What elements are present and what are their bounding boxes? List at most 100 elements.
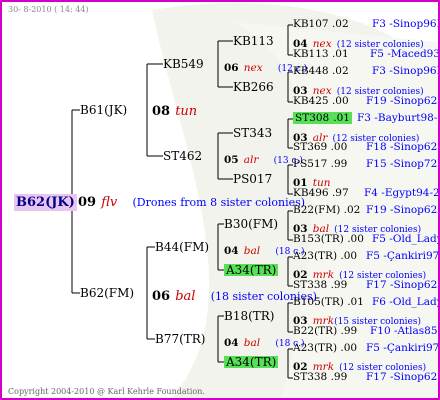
grandparent-node-b77tr[interactable]: B77(TR) bbox=[155, 333, 206, 345]
ancestor-node-kb113[interactable]: KB113 bbox=[233, 35, 274, 47]
parent-node-b61[interactable]: B61(JK) bbox=[80, 104, 127, 116]
colony-name: B22(FM) bbox=[293, 204, 341, 216]
leaf-row[interactable]: KB113 .01 bbox=[293, 49, 349, 60]
root-generation-row: 09 flv (Drones from 8 sister colonies) bbox=[78, 193, 305, 209]
colony-name: KB448 bbox=[293, 65, 329, 77]
parent-node-b62fm[interactable]: B62(FM) bbox=[80, 287, 134, 299]
colony-name: ST369 bbox=[293, 141, 328, 153]
generation-label: 06 bbox=[152, 289, 171, 304]
grandparent-node-kb549[interactable]: KB549 bbox=[163, 58, 204, 70]
colony-name: ST338 bbox=[293, 279, 328, 291]
leaf-reference[interactable]: F15 -Sinop72R bbox=[366, 159, 438, 170]
generation-label: 04 bbox=[224, 245, 239, 257]
grandparent-node-st462[interactable]: ST462 bbox=[163, 150, 202, 162]
generation-label: 05 bbox=[224, 154, 239, 166]
queen-line-label: nex bbox=[243, 62, 263, 74]
value: .99 bbox=[340, 325, 358, 337]
root-queen-line: flv bbox=[101, 195, 118, 210]
ancestor-node-a34tr-highlighted[interactable]: A34(TR) bbox=[224, 356, 279, 368]
root-note: (Drones from 8 sister colonies) bbox=[132, 196, 306, 209]
leaf-row[interactable]: KB425 .00 bbox=[293, 96, 349, 107]
colony-name: KB496 bbox=[293, 187, 329, 199]
colony-name: B22(TR) bbox=[293, 325, 338, 337]
colony-name: A23(TR) bbox=[293, 342, 338, 354]
value: .01 bbox=[331, 48, 349, 60]
value: .00 bbox=[347, 233, 364, 245]
leaf-row[interactable]: PS517 .99 bbox=[293, 159, 347, 170]
ancestor-node-kb266[interactable]: KB266 bbox=[233, 81, 274, 93]
leaf-row[interactable]: A23(TR) .00 bbox=[293, 251, 357, 262]
value: .02 bbox=[343, 204, 361, 216]
leaf-row[interactable]: KB448 .02 bbox=[293, 66, 349, 77]
root-queen-name: B62(JK) bbox=[14, 194, 77, 211]
queen-line-label: bal bbox=[243, 245, 261, 257]
colony-name: KB425 bbox=[293, 95, 329, 107]
leaf-reference[interactable]: F3 -Sinop96R bbox=[372, 66, 438, 77]
leaf-row[interactable]: ST369 .00 bbox=[293, 142, 347, 153]
leaf-reference[interactable]: F19 -Sinop62R bbox=[366, 96, 438, 107]
leaf-row[interactable]: B105(TR) .01 bbox=[293, 297, 364, 308]
value: .02 bbox=[331, 65, 349, 77]
colony-name: KB107 bbox=[293, 18, 329, 30]
ancestor-node-b18tr[interactable]: B18(TR) bbox=[224, 310, 275, 322]
value: .00 bbox=[330, 141, 348, 153]
value: .01 bbox=[331, 112, 352, 124]
value: .99 bbox=[330, 279, 348, 291]
root-queen-node[interactable]: B62(JK) bbox=[14, 193, 77, 211]
copyright-footer: Copyright 2004-2010 @ Karl Kehrle Founda… bbox=[8, 387, 205, 396]
leaf-reference[interactable]: F17 -Sinop62R bbox=[366, 280, 438, 291]
generation-label: 04 bbox=[224, 337, 239, 349]
leaf-reference[interactable]: F6 -Old_Lady bbox=[372, 297, 438, 308]
queen-line-label: bal bbox=[243, 337, 261, 349]
leaf-row[interactable]: B153(TR) .00 bbox=[293, 234, 364, 245]
leaf-reference[interactable]: F5 -Çankiri97R bbox=[366, 343, 438, 354]
colony-name: B105(TR) bbox=[293, 296, 344, 308]
ancestor-node-st343[interactable]: ST343 bbox=[233, 127, 272, 139]
leaf-row[interactable]: B22(FM) .02 bbox=[293, 205, 360, 216]
generation-label: 06 bbox=[224, 62, 239, 74]
colony-name: A23(TR) bbox=[293, 250, 338, 262]
leaf-reference[interactable]: F5 -Çankiri97R bbox=[366, 251, 438, 262]
leaf-row[interactable]: KB496 .97 bbox=[293, 188, 349, 199]
leaf-reference[interactable]: F3 -Sinop96R bbox=[372, 19, 438, 30]
leaf-row[interactable]: ST308.01 bbox=[293, 112, 352, 124]
leaf-reference[interactable]: F10 -Atlas85R bbox=[370, 326, 438, 337]
leaf-reference[interactable]: F19 -Sinop62R bbox=[366, 205, 438, 216]
colony-name: ST308 bbox=[293, 112, 332, 124]
leaf-row[interactable]: ST338 .99 bbox=[293, 280, 347, 291]
value: .02 bbox=[331, 18, 349, 30]
grandparent-node-b44fm[interactable]: B44(FM) bbox=[155, 241, 209, 253]
colony-name: KB113 bbox=[293, 48, 329, 60]
leaf-reference[interactable]: F17 -Sinop62R bbox=[366, 372, 438, 383]
leaf-row[interactable]: B22(TR) .99 bbox=[293, 326, 357, 337]
value: .99 bbox=[330, 371, 348, 383]
pedigree-frame: 30- 8-2010 ( 14: 44) Copyright 2004-2010… bbox=[0, 0, 440, 400]
leaf-reference[interactable]: F5 -Maced93R bbox=[370, 49, 438, 60]
ancestor-node-ps017[interactable]: PS017 bbox=[233, 173, 272, 185]
value: .97 bbox=[331, 187, 349, 199]
value: .00 bbox=[340, 342, 358, 354]
parent-b61-generation-row: 08 tun bbox=[152, 102, 197, 118]
leaf-row[interactable]: ST338 .99 bbox=[293, 372, 347, 383]
value: .99 bbox=[330, 158, 348, 170]
generation-label: 08 bbox=[152, 104, 171, 119]
value: .00 bbox=[340, 250, 358, 262]
colony-name: B153(TR) bbox=[293, 233, 344, 245]
queen-line-label: bal bbox=[175, 289, 196, 304]
queen-line-label: tun bbox=[175, 104, 198, 119]
leaf-row[interactable]: A23(TR) .00 bbox=[293, 343, 357, 354]
colony-name: PS517 bbox=[293, 158, 328, 170]
leaf-reference[interactable]: F5 -Old_Lady bbox=[372, 234, 438, 245]
ancestor-node-b30fm[interactable]: B30(FM) bbox=[224, 218, 278, 230]
value: .00 bbox=[331, 95, 349, 107]
leaf-row[interactable]: KB107 .02 bbox=[293, 19, 349, 30]
value: .01 bbox=[347, 296, 364, 308]
timestamp-header: 30- 8-2010 ( 14: 44) bbox=[8, 5, 89, 14]
st462-generation-row: 05 alr (13 c.) bbox=[224, 150, 303, 166]
leaf-reference[interactable]: F3 -Bayburt98-3R bbox=[357, 113, 438, 124]
root-generation: 09 bbox=[78, 195, 97, 210]
leaf-reference[interactable]: F18 -Sinop62R bbox=[366, 142, 438, 153]
colony-name: ST338 bbox=[293, 371, 328, 383]
leaf-reference[interactable]: F4 -Egypt94-2R bbox=[364, 188, 438, 199]
ancestor-node-a34tr-highlighted[interactable]: A34(TR) bbox=[224, 264, 279, 276]
